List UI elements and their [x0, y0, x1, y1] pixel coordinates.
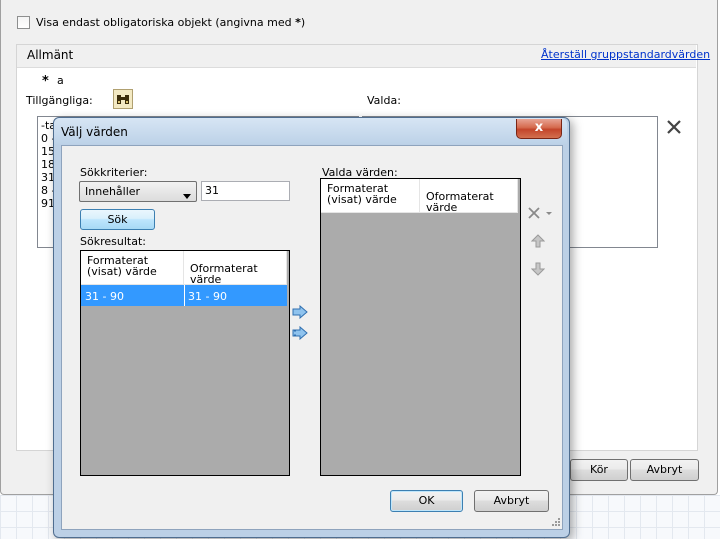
resize-grip-icon[interactable]	[551, 517, 561, 527]
outer-cancel-button[interactable]: Avbryt	[630, 459, 699, 481]
binoculars-icon[interactable]	[113, 89, 133, 109]
remove-dropdown-button[interactable]	[527, 205, 555, 221]
chevron-down-icon	[183, 189, 191, 202]
results-col-formatted[interactable]: Formaterat (visat) värde	[81, 251, 184, 285]
run-button[interactable]: Kör	[570, 459, 628, 481]
search-criteria-label: Sökkriterier:	[80, 166, 148, 179]
available-label: Tillgängliga:	[26, 94, 93, 107]
selected-col-unformatted[interactable]: Oformaterat värde	[420, 179, 518, 213]
ok-button[interactable]: OK	[390, 490, 463, 512]
dialog-title: Välj värden	[61, 125, 128, 139]
search-button[interactable]: Sök	[80, 209, 155, 230]
required-only-label: Visa endast obligatoriska objekt (angivn…	[36, 16, 306, 29]
required-only-checkbox[interactable]	[17, 16, 30, 29]
dialog-close-button[interactable]: x	[516, 119, 562, 139]
search-input[interactable]: 31	[201, 181, 290, 201]
dialog-cancel-button[interactable]: Avbryt	[474, 490, 549, 512]
search-mode-select[interactable]: Innehåller	[79, 181, 197, 202]
move-down-icon[interactable]	[530, 262, 546, 276]
result-cell-formatted: 31 - 90	[85, 290, 124, 303]
selected-label: Valda:	[367, 94, 401, 107]
section-title: Allmänt	[27, 48, 74, 62]
cell-divider	[184, 285, 185, 306]
selected-values-grid[interactable]	[320, 178, 521, 476]
search-results-label: Sökresultat:	[80, 235, 146, 248]
add-selected-arrow-icon[interactable]	[292, 304, 308, 320]
close-icon: x	[534, 120, 544, 135]
selected-col-formatted[interactable]: Formaterat (visat) värde	[321, 179, 420, 213]
remove-icon[interactable]	[666, 119, 682, 135]
results-col-unformatted[interactable]: Oformaterat värde	[184, 251, 287, 285]
field-name: a	[57, 74, 64, 87]
add-all-arrow-icon[interactable]	[292, 325, 308, 341]
move-up-icon[interactable]	[530, 234, 546, 248]
reset-group-defaults-link[interactable]: Återställ gruppstandardvärden	[541, 48, 710, 61]
result-cell-unformatted: 31 - 90	[188, 290, 227, 303]
dialog-titlebar[interactable]	[54, 118, 567, 144]
required-star-icon: *	[42, 74, 49, 89]
